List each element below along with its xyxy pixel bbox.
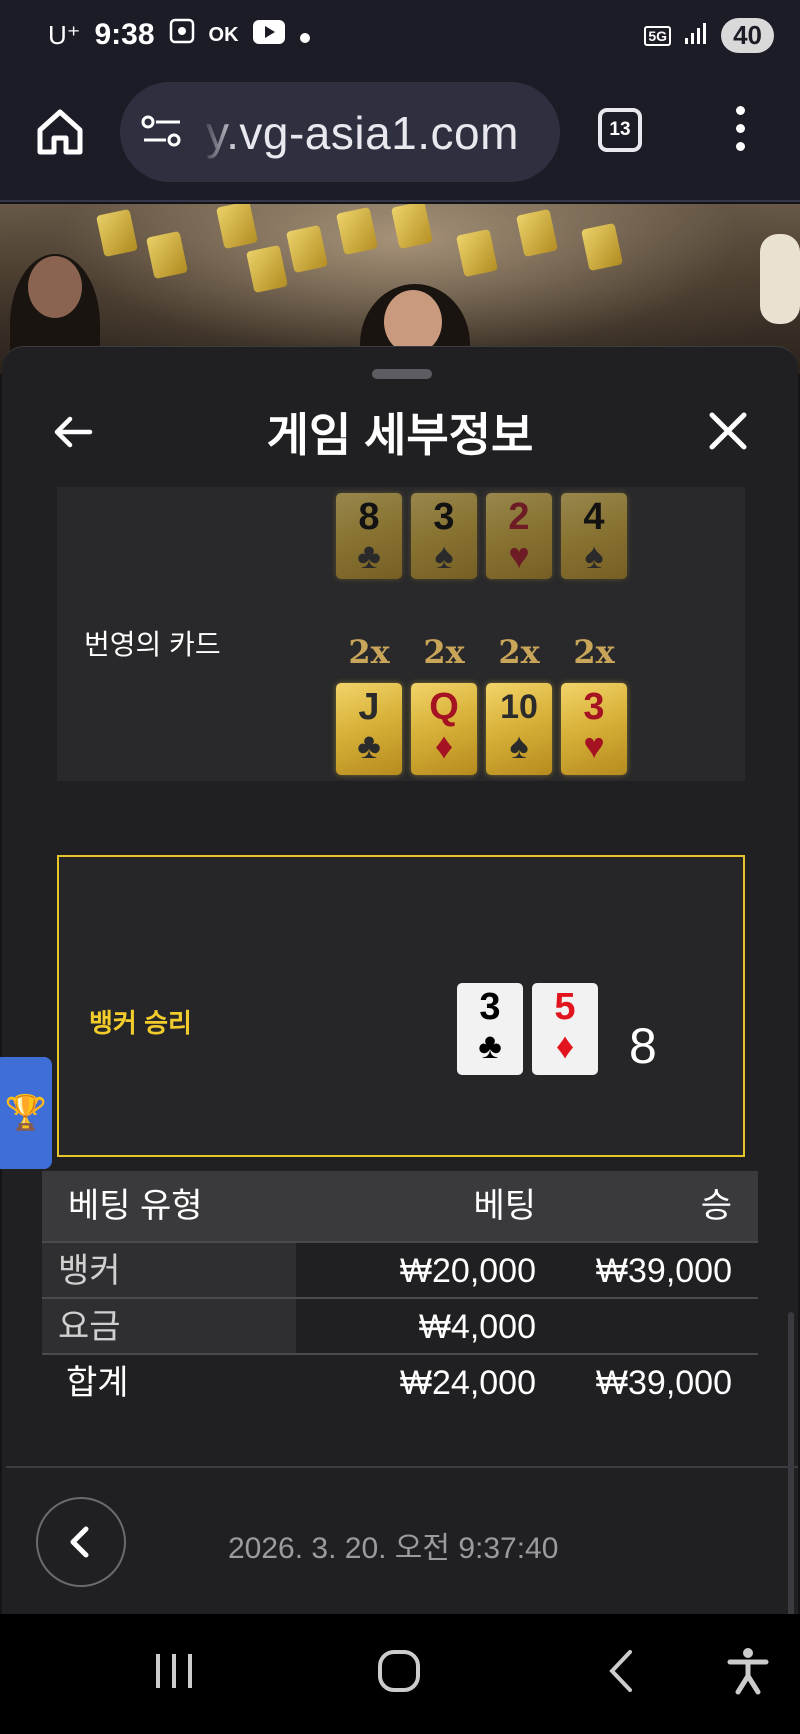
result-card-2: 5 ♦: [532, 983, 598, 1075]
status-time: 9:38: [94, 18, 155, 51]
round-timestamp: 2026. 3. 20. 오전 9:37:40: [228, 1532, 559, 1565]
notification-dot-icon: [299, 19, 311, 52]
multiplier-3: 2x: [498, 633, 540, 671]
total-win: ₩39,000: [595, 1364, 732, 1402]
card-top-3: 2 ♥: [486, 493, 552, 579]
carrier-label: U⁺: [48, 19, 81, 50]
lucky-card-4: 3 ♥: [561, 683, 627, 775]
overflow-menu-icon[interactable]: [728, 106, 752, 156]
youtube-icon: [252, 19, 285, 52]
sheet-title: 게임 세부정보: [266, 409, 534, 461]
scrollbar[interactable]: [788, 1312, 794, 1614]
result-card-1: 3 ♣: [457, 983, 523, 1075]
row-type: 뱅커: [42, 1243, 296, 1297]
row-bet: ₩20,000: [399, 1252, 536, 1290]
bet-table: 베팅 유형 베팅 승 뱅커 ₩20,000 ₩39,000 요금 ₩4,000 …: [42, 1171, 758, 1409]
table-row: 뱅커 ₩20,000 ₩39,000: [42, 1241, 758, 1297]
card-top-4: 4 ♠: [561, 493, 627, 579]
system-nav-bar: [0, 1614, 800, 1734]
multiplier-2: 2x: [423, 633, 465, 671]
address-bar[interactable]: y.vg-asia1.com: [120, 82, 560, 182]
header-bet: 베팅: [473, 1187, 536, 1225]
row-type: 요금: [42, 1299, 296, 1353]
tab-switcher-button[interactable]: 13: [598, 108, 642, 152]
total-bet: ₩24,000: [399, 1364, 536, 1402]
accessibility-icon[interactable]: [726, 1646, 770, 1701]
result-box: 뱅커 승리 3 ♣ 5 ♦ 8: [57, 855, 745, 1157]
result-score: 8: [629, 1018, 657, 1074]
card-top-1: 8 ♣: [336, 493, 402, 579]
divider: [6, 1466, 798, 1468]
status-bar: U⁺ 9:38 OK 5G 40: [0, 0, 800, 76]
back-nav-icon[interactable]: [602, 1646, 642, 1701]
network-5g-icon: 5G: [644, 25, 672, 46]
prosperity-cards-label: 번영의 카드: [84, 629, 221, 660]
home-icon[interactable]: [34, 106, 86, 158]
total-row: 합계 ₩24,000 ₩39,000: [42, 1353, 758, 1409]
recent-apps-icon[interactable]: [152, 1646, 196, 1701]
url-text[interactable]: y.vg-asia1.com: [206, 106, 519, 160]
browser-toolbar: y.vg-asia1.com 13: [0, 76, 800, 202]
header-win: 승: [700, 1187, 732, 1225]
lucky-card-3: 10 ♠: [486, 683, 552, 775]
row-win: ₩39,000: [595, 1252, 732, 1290]
game-details-sheet: 게임 세부정보 8 ♣ 3 ♠ 2 ♥ 4 ♠ 번영의 카드 2x 2x 2x 2x J…: [2, 346, 798, 1614]
card-top-2: 3 ♠: [411, 493, 477, 579]
multiplier-1: 2x: [348, 633, 390, 671]
site-settings-icon[interactable]: [140, 112, 184, 152]
row-bet: ₩4,000: [418, 1308, 536, 1346]
home-nav-icon[interactable]: [376, 1646, 422, 1701]
signal-icon: [683, 20, 709, 51]
header-bet-type: 베팅 유형: [68, 1187, 203, 1225]
ok-cashbag-icon: OK: [208, 23, 239, 46]
previous-round-button[interactable]: [36, 1497, 126, 1587]
multiplier-4: 2x: [573, 633, 615, 671]
screenshot-icon: [169, 18, 195, 52]
lucky-card-1: J ♣: [336, 683, 402, 775]
table-row: 요금 ₩4,000: [42, 1297, 758, 1353]
sheet-drag-handle[interactable]: [372, 369, 432, 379]
battery-icon: 40: [721, 18, 774, 53]
banker-win-label: 뱅커 승리: [89, 1008, 192, 1038]
total-label: 합계: [66, 1364, 129, 1402]
trophy-icon[interactable]: 🏆: [0, 1057, 52, 1169]
close-icon[interactable]: [706, 409, 750, 453]
bet-table-header: 베팅 유형 베팅 승: [42, 1171, 758, 1241]
lucky-card-2: Q ♦: [411, 683, 477, 775]
